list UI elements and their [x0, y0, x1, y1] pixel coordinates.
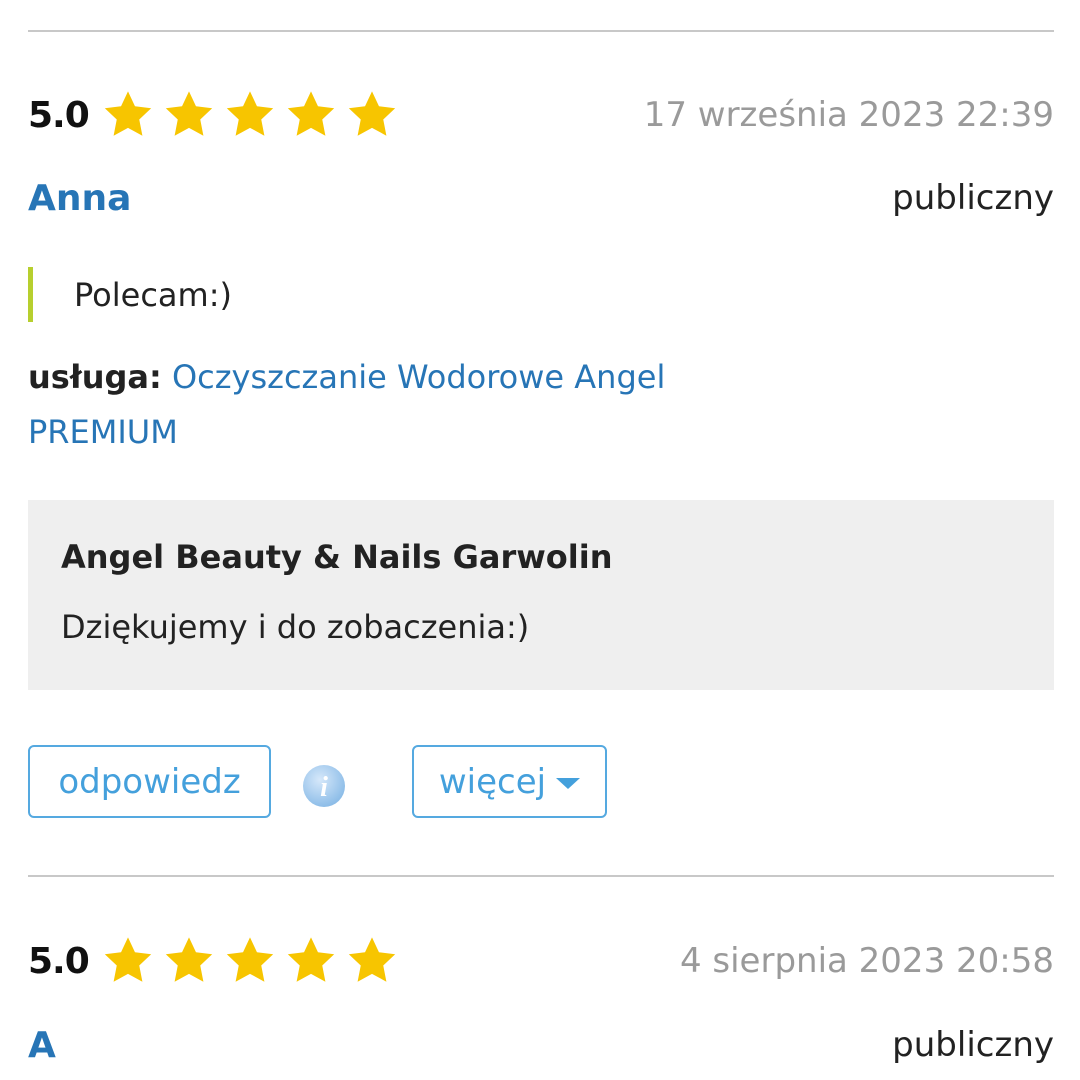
- rating-score: 5.0: [28, 940, 90, 982]
- business-reply: Angel Beauty & Nails Garwolin Dziękujemy…: [28, 500, 1054, 690]
- star-icon: [345, 88, 399, 142]
- rating-score: 5.0: [28, 94, 90, 136]
- more-button-label: więcej: [438, 761, 547, 802]
- service-info: usługa: Oczyszczanie Wodorowe Angel PREM…: [28, 350, 668, 460]
- star-icon: [284, 934, 338, 988]
- star-icon: [345, 934, 399, 988]
- comment-text: Polecam:): [74, 275, 232, 314]
- divider: [28, 30, 1054, 32]
- reply-text: Dziękujemy i do zobaczenia:): [61, 608, 530, 646]
- service-label: usługa:: [28, 358, 162, 396]
- star-icon: [284, 88, 338, 142]
- author-row: Anna publiczny: [28, 173, 1054, 223]
- author-name-link[interactable]: A: [28, 1025, 56, 1066]
- rating-row: 5.0 4 sierpnia 2023 20:58: [28, 931, 1054, 991]
- divider: [28, 875, 1054, 877]
- author-row: A publiczny: [28, 1020, 1054, 1070]
- info-icon[interactable]: i: [302, 764, 346, 808]
- caret-down-icon: [556, 778, 581, 789]
- review-date: 17 września 2023 22:39: [643, 95, 1054, 135]
- rating-stars: [101, 934, 399, 988]
- review-comment: Polecam:): [28, 267, 232, 322]
- star-icon: [223, 934, 277, 988]
- star-icon: [223, 88, 277, 142]
- svg-text:i: i: [320, 772, 328, 803]
- author-name-link[interactable]: Anna: [28, 178, 131, 219]
- more-button[interactable]: więcej: [412, 745, 607, 818]
- review-date: 4 sierpnia 2023 20:58: [679, 941, 1054, 981]
- visibility-label: publiczny: [892, 1025, 1054, 1065]
- rating-row: 5.0 17 września 2023 22:39: [28, 85, 1054, 145]
- star-icon: [101, 88, 155, 142]
- rating-stars: [101, 88, 399, 142]
- reply-author: Angel Beauty & Nails Garwolin: [61, 538, 613, 576]
- star-icon: [101, 934, 155, 988]
- visibility-label: publiczny: [892, 178, 1054, 218]
- star-icon: [162, 934, 216, 988]
- star-icon: [162, 88, 216, 142]
- reply-button[interactable]: odpowiedz: [28, 745, 271, 818]
